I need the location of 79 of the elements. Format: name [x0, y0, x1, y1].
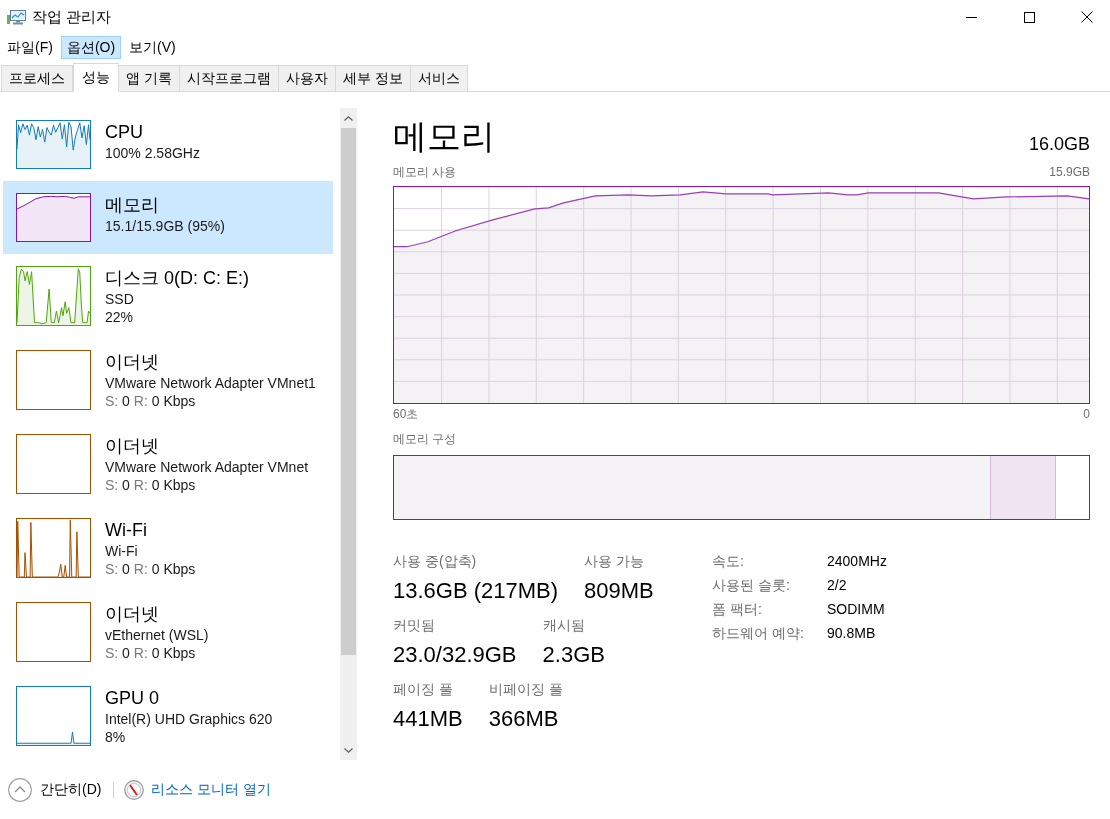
- device-detail: 15.1/15.9GB (95%): [105, 217, 225, 235]
- throughput-text: S: 0 R: 0 Kbps: [105, 644, 197, 662]
- property-label: 하드웨어 예약:: [712, 624, 805, 643]
- device-name: CPU: [105, 121, 144, 144]
- throughput-text: S: 0 R: 0 Kbps: [105, 392, 197, 410]
- property-label: 폼 팩터:: [712, 600, 763, 619]
- device-detail: Intel(R) UHD Graphics 620: [105, 710, 273, 728]
- property-value: 2/2: [827, 576, 848, 595]
- throughput-text: S: 0 R: 0 Kbps: [105, 560, 196, 578]
- chevron-up-icon: [344, 115, 353, 121]
- stat-value: 366MB: [488, 705, 560, 733]
- property-value: 2400MHz: [827, 552, 887, 571]
- sidebar-item[interactable]: 디스크 0(D: C: E:) SSD 22%: [3, 254, 333, 338]
- device-name: GPU 0: [105, 687, 161, 710]
- device-name: Wi-Fi: [105, 519, 148, 542]
- stat-value: 809MB: [584, 577, 654, 605]
- tab[interactable]: 서비스: [409, 65, 468, 91]
- device-name: 디스크 0(D: C: E:): [105, 267, 249, 290]
- resource-monitor-link[interactable]: 리소스 모니터 열기: [151, 779, 272, 800]
- stat-label: 캐시됨: [542, 616, 586, 635]
- sidebar-item[interactable]: 이더넷 vEthernet (WSL) S: 0 R: 0 Kbps: [3, 590, 333, 674]
- device-name: 이더넷: [105, 351, 160, 374]
- axis-label: 60초: [393, 406, 419, 422]
- stat-label: 커밋됨: [393, 616, 436, 635]
- throughput-text: S: 0 R: 0 Kbps: [105, 476, 197, 494]
- property-label: 사용된 슬롯:: [712, 576, 791, 595]
- panel-title: 메모리: [393, 116, 495, 156]
- sidebar-item[interactable]: 이더넷 VMware Network Adapter VMnet1 S: 0 R: 0 Kbps: [3, 338, 333, 422]
- stat-value: 13.6GB (217MB): [393, 577, 559, 605]
- tab[interactable]: 세부 정보: [334, 65, 411, 91]
- scrollbar-thumb[interactable]: [341, 128, 356, 655]
- stat-label: 사용 가능: [584, 552, 645, 571]
- tab[interactable]: 사용자: [277, 65, 336, 91]
- device-name: 메모리: [105, 194, 160, 217]
- stat-label: 사용 중(압축): [393, 552, 478, 571]
- sidebar-item[interactable]: 메모리 15.1/15.9GB (95%): [3, 181, 333, 254]
- tab[interactable]: 앱 기록: [118, 65, 180, 91]
- menu-item[interactable]: 보기(V): [123, 35, 182, 59]
- tab[interactable]: 프로세스: [1, 65, 73, 91]
- collapse-button[interactable]: 간단히(D): [8, 777, 102, 802]
- stat-value: 2.3GB: [542, 641, 605, 669]
- axis-label: 0: [1083, 406, 1090, 422]
- stat-label: 페이징 풀: [393, 680, 454, 699]
- device-detail: vEthernet (WSL): [105, 626, 209, 644]
- device-detail: VMware Network Adapter VMnet1: [105, 374, 316, 392]
- sidebar-item[interactable]: 이더넷 VMware Network Adapter VMnet S: 0 R: 0 Kbps: [3, 422, 333, 506]
- device-detail: 8%: [105, 728, 127, 746]
- stat-value: 441MB: [393, 705, 463, 733]
- graph-label: 메모리 사용: [393, 164, 457, 180]
- sidebar-item[interactable]: GPU 0 Intel(R) UHD Graphics 620 8%: [3, 674, 333, 758]
- total-memory: 16.0GB: [1028, 133, 1090, 156]
- sidebar-item[interactable]: CPU 100% 2.58GHz: [3, 108, 333, 181]
- device-name: 이더넷: [105, 603, 160, 626]
- property-value: 90.8MB: [827, 624, 877, 643]
- device-detail: 100% 2.58GHz: [105, 144, 200, 162]
- device-detail: SSD: [105, 290, 135, 308]
- chevron-down-icon: [344, 747, 353, 753]
- tab[interactable]: 성능: [73, 63, 119, 92]
- stat-label: 비페이징 풀: [488, 680, 563, 699]
- property-label: 속도:: [712, 552, 745, 571]
- sidebar-item[interactable]: Wi-Fi Wi-Fi S: 0 R: 0 Kbps: [3, 506, 333, 590]
- maximize-icon: [1023, 11, 1035, 23]
- composition-label: 메모리 구성: [393, 431, 458, 447]
- property-value: SODIMM: [827, 600, 886, 619]
- device-detail: VMware Network Adapter VMnet: [105, 458, 309, 476]
- monitor-chart-icon: [7, 9, 26, 25]
- chevron-up-circle-icon: [8, 777, 32, 802]
- tab[interactable]: 시작프로그램: [178, 65, 279, 91]
- device-detail: 22%: [105, 308, 135, 326]
- device-detail: Wi-Fi: [105, 542, 139, 560]
- close-icon: [1081, 11, 1093, 23]
- device-name: 이더넷: [105, 435, 160, 458]
- graph-max-label: 15.9GB: [1049, 164, 1090, 180]
- stat-value: 23.0/32.9GB: [393, 641, 517, 669]
- gauge-icon: [124, 779, 145, 800]
- minimize-icon: [965, 16, 977, 18]
- menu-item[interactable]: 파일(F): [1, 35, 59, 59]
- menu-item[interactable]: 옵션(O): [60, 35, 122, 59]
- window-title: 작업 관리자: [32, 7, 112, 27]
